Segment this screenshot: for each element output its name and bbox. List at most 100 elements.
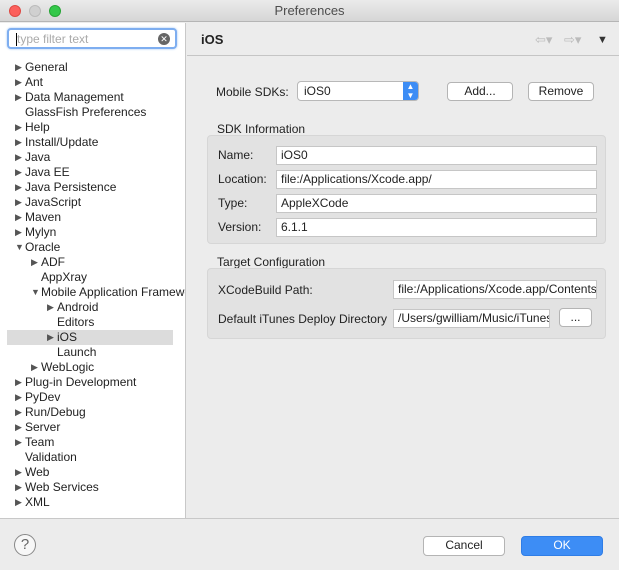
tree-item-label: Validation [25,450,77,464]
tree-item[interactable]: ▶ Java EE [0,165,185,180]
tree-item-label: ADF [41,255,65,269]
tree-item-label: AppXray [41,270,88,284]
tree-item[interactable]: ▶ Java Persistence [0,180,185,195]
tree-item[interactable]: ▶ Android [0,300,185,315]
tree-item[interactable]: ▶ Web [0,465,185,480]
tree-item[interactable]: Validation [0,450,185,465]
location-field[interactable]: file:/Applications/Xcode.app/ [276,170,597,189]
tree-item[interactable]: ▶ Ant [0,75,185,90]
tree-item[interactable]: ▶ PyDev [0,390,185,405]
tree-item-label: Editors [57,315,95,329]
tree-item[interactable]: ▶ iOS [7,330,173,345]
tree-item[interactable]: ▼Mobile Application Framework [0,285,185,300]
expand-arrow-icon[interactable]: ▶ [47,330,54,345]
xcodebuild-path-field[interactable]: file:/Applications/Xcode.app/Contents [393,280,597,299]
minimize-window-button[interactable] [29,5,41,17]
ok-button[interactable]: OK [521,536,603,556]
itunes-deploy-directory-label: Default iTunes Deploy Directory [218,312,387,326]
expand-arrow-icon[interactable]: ▶ [31,255,38,270]
tree-item-label: Help [25,120,50,134]
tree-item[interactable]: ▶ JavaScript [0,195,185,210]
collapse-arrow-icon[interactable]: ▼ [31,285,40,300]
tree-item[interactable]: ▶ Mylyn [0,225,185,240]
tree-item[interactable]: Editors [0,315,185,330]
tree-item[interactable]: ▶ Maven [0,210,185,225]
xcodebuild-path-label: XCodeBuild Path: [218,283,313,297]
tree-item[interactable]: ▶ Plug-in Development [0,375,185,390]
tree-item-label: Mobile Application Framework [41,285,185,299]
help-icon[interactable]: ? [14,534,36,556]
forward-arrow-icon[interactable]: ⇨▾ [564,32,581,48]
expand-arrow-icon[interactable]: ▶ [15,480,22,495]
type-field[interactable]: AppleXCode [276,194,597,213]
tree-item[interactable]: ▶ WebLogic [0,360,185,375]
expand-arrow-icon[interactable]: ▶ [15,75,22,90]
target-configuration-group: XCodeBuild Path: file:/Applications/Xcod… [207,268,606,339]
tree-item-label: Team [25,435,55,449]
sdk-information-group: Name: iOS0 Location: file:/Applications/… [207,135,606,244]
cancel-button[interactable]: Cancel [423,536,505,556]
expand-arrow-icon[interactable]: ▶ [15,495,22,510]
expand-arrow-icon[interactable]: ▶ [15,60,22,75]
tree-item-label: Mylyn [25,225,57,239]
tree-item-label: Web [25,465,50,479]
tree-item[interactable]: GlassFish Preferences [0,105,185,120]
expand-arrow-icon[interactable]: ▶ [47,300,54,315]
tree-item-label: Server [25,420,61,434]
tree-item[interactable]: Launch [0,345,185,360]
tree-item-label: WebLogic [41,360,95,374]
tree-item[interactable]: ▶ XML [0,495,185,510]
expand-arrow-icon[interactable]: ▶ [15,120,22,135]
close-window-button[interactable] [9,5,21,17]
browse-button[interactable]: ... [559,308,592,327]
expand-arrow-icon[interactable]: ▶ [15,465,22,480]
tree-item[interactable]: ▶ ADF [0,255,185,270]
clear-filter-icon[interactable]: ✕ [158,33,170,45]
tree-item[interactable]: ▶ Server [0,420,185,435]
zoom-window-button[interactable] [49,5,61,17]
tree-item[interactable]: ▶ Run/Debug [0,405,185,420]
tree-item-label: Launch [57,345,97,359]
tree-item[interactable]: ▶ Help [0,120,185,135]
expand-arrow-icon[interactable]: ▶ [15,180,22,195]
filter-input[interactable]: type filter text ✕ [7,28,177,49]
type-label: Type: [218,196,248,210]
expand-arrow-icon[interactable]: ▶ [15,195,22,210]
add-sdk-button[interactable]: Add... [447,82,513,101]
tree-item[interactable]: ▼ Oracle [0,240,185,255]
expand-arrow-icon[interactable]: ▶ [15,135,22,150]
expand-arrow-icon[interactable]: ▶ [15,90,22,105]
view-menu-icon[interactable]: ▼ [597,34,608,46]
expand-arrow-icon[interactable]: ▶ [31,360,38,375]
expand-arrow-icon[interactable]: ▶ [15,390,22,405]
version-field[interactable]: 6.1.1 [276,218,597,237]
expand-arrow-icon[interactable]: ▶ [15,210,22,225]
expand-arrow-icon[interactable]: ▶ [15,150,22,165]
tree-item[interactable]: AppXray [0,270,185,285]
tree-item[interactable]: ▶ Java [0,150,185,165]
tree-item-label: Ant [25,75,44,89]
title-bar: Preferences [0,0,619,22]
name-field[interactable]: iOS0 [276,146,597,165]
tree-item[interactable]: ▶ Install/Update [0,135,185,150]
mobile-sdk-select[interactable]: iOS0 ▲ ▼ [297,81,419,101]
tree-item[interactable]: ▶ Team [0,435,185,450]
tree-item[interactable]: ▶ General [0,60,185,75]
back-arrow-icon[interactable]: ⇦▾ [535,32,552,48]
expand-arrow-icon[interactable]: ▶ [15,405,22,420]
expand-arrow-icon[interactable]: ▶ [15,165,22,180]
expand-arrow-icon[interactable]: ▶ [15,225,22,240]
expand-arrow-icon[interactable]: ▶ [15,375,22,390]
version-label: Version: [218,220,262,234]
expand-arrow-icon[interactable]: ▶ [15,435,22,450]
tree-item[interactable]: ▶ Data Management [0,90,185,105]
expand-arrow-icon[interactable]: ▶ [15,420,22,435]
remove-sdk-button[interactable]: Remove [528,82,594,101]
preference-page: iOS ⇦▾ ⇨▾ ▼ Mobile SDKs: iOS0 ▲ ▼ Add... … [187,23,619,518]
page-header: iOS ⇦▾ ⇨▾ ▼ [187,23,619,56]
itunes-deploy-directory-field[interactable]: /Users/gwilliam/Music/iTunes [393,309,550,328]
tree-item[interactable]: ▶ Web Services [0,480,185,495]
target-configuration-title: Target Configuration [217,255,326,269]
collapse-arrow-icon[interactable]: ▼ [15,240,24,255]
tree-item-label: General [25,60,68,74]
